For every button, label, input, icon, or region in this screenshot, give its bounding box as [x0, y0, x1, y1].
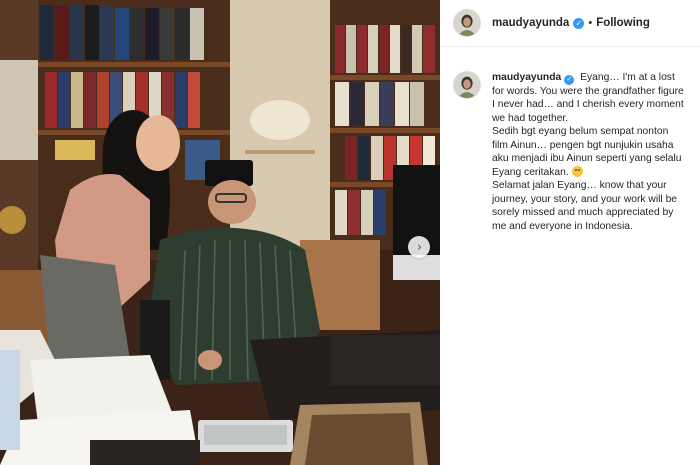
post-photo: › [0, 0, 440, 465]
avatar-image [454, 72, 480, 98]
caption-paragraph-2: Sedih bgt eyang belum sempat nonton film… [492, 126, 682, 178]
avatar[interactable] [453, 9, 481, 37]
verified-badge-icon: ✓ [564, 74, 575, 85]
caption-paragraph-3: Selamat jalan Eyang… know that your jour… [492, 180, 678, 232]
header-separator: • [588, 17, 593, 29]
avatar[interactable] [453, 71, 481, 99]
caption-row: maudyayunda ✓ Eyang… I'm at a lost for wo… [440, 47, 700, 233]
caption-username[interactable]: maudyayunda [492, 72, 561, 83]
sad-face-emoji-icon [571, 165, 583, 177]
avatar-image [454, 10, 480, 36]
chevron-right-icon: › [416, 239, 423, 255]
post-caption: maudyayunda ✓ Eyang… I'm at a lost for wo… [492, 71, 687, 233]
post-header: maudyayunda ✓ • Following [440, 0, 700, 47]
carousel-next-button[interactable]: › [408, 236, 430, 258]
post-sidebar: maudyayunda ✓ • Following maudyayunda ✓ E… [440, 0, 700, 465]
verified-badge-icon: ✓ [573, 17, 585, 29]
photo-illustration [0, 0, 440, 465]
header-username[interactable]: maudyayunda [492, 17, 569, 29]
following-button[interactable]: Following [596, 17, 650, 29]
